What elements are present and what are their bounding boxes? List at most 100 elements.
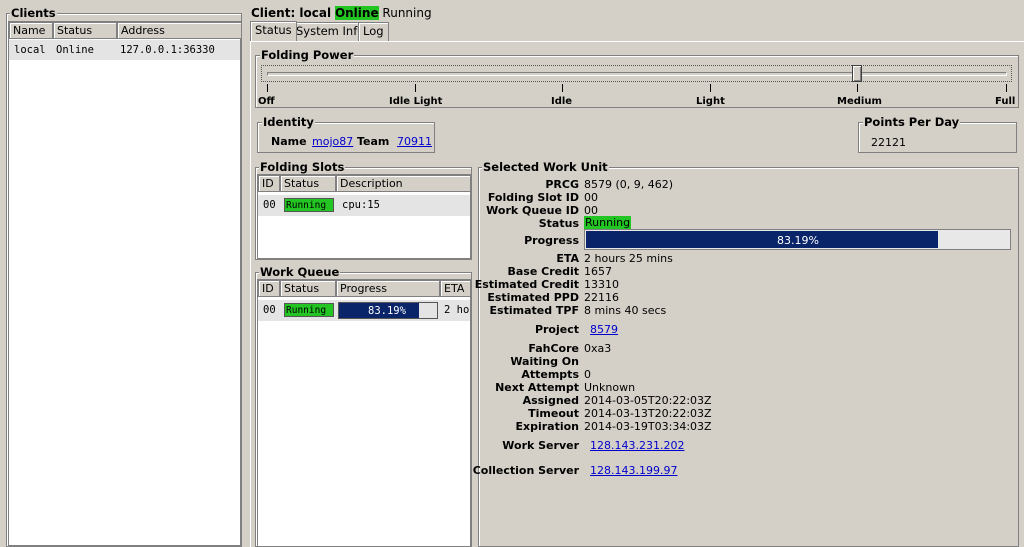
next-attempt-value: Unknown [584,381,636,394]
estimated-tpf-label: Estimated TPF [489,304,579,317]
clients-panel: Clients Name Status Address local Online… [6,7,242,547]
queue-id: 00 [263,304,276,316]
eta-value: 2 hours 25 mins [584,252,673,265]
col-header-progress[interactable]: Progress [336,280,440,297]
folding-slots-group: Folding Slots ID Status Description 00 R… [255,161,472,260]
work-queue-table: ID Status Progress ETA 00 Running 83.19%… [257,279,471,547]
eta-label: ETA [556,252,579,265]
work-server-label: Work Server [502,439,579,452]
folding-slots-table: ID Status Description 00 Running cpu:15 [257,174,471,259]
tick-mark [710,84,711,92]
work-queue-group: Work Queue ID Status Progress ETA 00 Run… [255,266,472,547]
tick-label-idle: Idle [551,96,573,107]
assigned-label: Assigned [522,394,579,407]
collection-server-label: Collection Server [472,464,579,477]
clients-title: Clients [10,6,57,20]
table-row[interactable]: 00 Running 83.19% 2 ho [258,300,470,321]
estimated-ppd-value: 22116 [584,291,619,304]
client-name: local [14,44,46,56]
assigned-value: 2014-03-05T20:22:03Z [584,394,712,407]
timeout-label: Timeout [528,407,579,420]
col-header-name[interactable]: Name [9,22,53,39]
col-header-status[interactable]: Status [53,22,117,39]
tick-mark [1006,84,1007,92]
slot-id: 00 [263,199,276,211]
ppd-group: Points Per Day 22121 [858,116,1017,153]
folding-slot-id-label: Folding Slot ID [487,191,579,204]
work-unit-progress-bar: 83.19% [584,229,1011,250]
tab-log[interactable]: Log [358,22,389,41]
identity-title: Identity [262,115,315,129]
attempts-value: 0 [584,368,591,381]
client-address: 127.0.0.1:36330 [120,44,215,56]
tick-label-light: Light [696,96,725,107]
identity-group: Identity Name mojo87 Team 70911 [257,116,435,153]
fahcore-label: FahCore [528,342,579,355]
tick-mark [857,84,858,92]
tab-status[interactable]: Status [250,21,297,41]
client-running-status: Running [382,6,432,20]
progress-label: Progress [524,234,579,247]
estimated-tpf-value: 8 mins 40 secs [584,304,667,317]
client-status-line: Client: local Online Running [251,6,432,20]
timeout-value: 2014-03-13T20:22:03Z [584,407,712,420]
expiration-label: Expiration [515,420,579,433]
tick-label-off: Off [258,96,275,107]
prcg-label: PRCG [545,178,579,191]
col-header-id[interactable]: ID [258,280,280,297]
col-header-id[interactable]: ID [258,175,280,192]
fahcore-value: 0xa3 [584,342,612,355]
clients-table: Name Status Address local Online 127.0.0… [8,21,242,546]
prcg-value: 8579 (0, 9, 462) [584,178,674,191]
estimated-ppd-label: Estimated PPD [487,291,579,304]
estimated-credit-value: 13310 [584,278,619,291]
col-header-status[interactable]: Status [280,175,336,192]
tick-mark [562,84,563,92]
name-label: Name [271,135,307,148]
project-label: Project [534,323,579,336]
folding-slots-title: Folding Slots [259,160,346,174]
status-label: Status [538,217,579,230]
collection-server-link[interactable]: 128.143.199.97 [590,464,677,477]
tick-mark [267,84,268,92]
identity-team-link[interactable]: 70911 [397,135,432,148]
queue-status-badge: Running [284,303,334,317]
team-label: Team [357,135,390,148]
folding-power-groove [267,72,1007,76]
ppd-title: Points Per Day [863,115,961,129]
col-header-status[interactable]: Status [280,280,336,297]
tick-label-idle-light: Idle Light [389,96,443,107]
tick-mark [415,84,416,92]
col-header-address[interactable]: Address [117,22,242,39]
client-label: Client: local [251,6,332,20]
queue-progress-text: 83.19% [368,305,406,317]
queue-progress-bar: 83.19% [338,302,438,319]
ppd-value: 22121 [871,136,906,149]
slot-description: cpu:15 [342,199,380,211]
identity-name-link[interactable]: mojo87 [312,135,353,148]
attempts-label: Attempts [521,368,579,381]
work-queue-id-label: Work Queue ID [486,204,579,217]
base-credit-label: Base Credit [507,265,579,278]
tick-label-full: Full [995,96,1016,107]
folding-power-title: Folding Power [260,48,355,62]
tick-label-medium: Medium [837,96,882,107]
table-row[interactable]: 00 Running cpu:15 [258,195,470,216]
estimated-credit-label: Estimated Credit [474,278,579,291]
project-link[interactable]: 8579 [590,323,618,336]
work-unit-title: Selected Work Unit [482,160,609,174]
status-badge: Running [584,216,632,229]
base-credit-value: 1657 [584,265,612,278]
work-server-link[interactable]: 128.143.231.202 [590,439,684,452]
folding-power-slider-thumb[interactable] [852,65,862,82]
table-row[interactable]: local Online 127.0.0.1:36330 [9,40,240,60]
client-online-badge: Online [334,6,379,20]
work-queue-title: Work Queue [259,265,341,279]
folding-slot-id-value: 00 [584,191,598,204]
client-status: Online [56,44,94,56]
work-unit-progress-text: 83.19% [777,234,819,247]
slot-status-badge: Running [284,198,334,212]
waiting-on-label: Waiting On [510,355,579,368]
next-attempt-label: Next Attempt [495,381,579,394]
expiration-value: 2014-03-19T03:34:03Z [584,420,712,433]
